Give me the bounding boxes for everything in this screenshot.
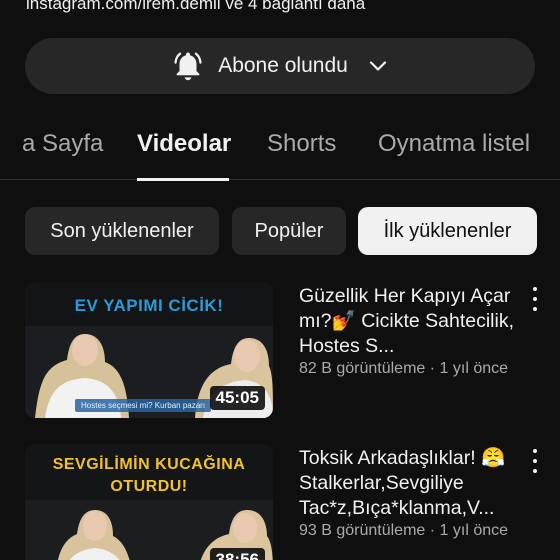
subscribed-label: Abone olundu xyxy=(218,54,348,77)
more-options-icon[interactable] xyxy=(528,287,542,311)
video-duration: 38:56 xyxy=(209,548,265,560)
channel-tabs: a Sayfa Videolar Shorts Oynatma listel xyxy=(0,112,560,181)
video-meta: 93 B görüntüleme · 1 yıl önce xyxy=(299,522,509,539)
subscribed-button[interactable]: Abone olundu xyxy=(25,38,535,94)
thumbnail-title-text: EV YAPIMI CİCİK! xyxy=(74,296,224,315)
thumbnail-title-line1: SEVGİLİMİN KUCAĞINA xyxy=(52,456,246,473)
video-thumbnail[interactable]: EV YAPIMI CİCİK! Hostes seçmesi mi? Kurb… xyxy=(25,282,273,418)
tab-videos[interactable]: Videolar xyxy=(137,130,231,158)
video-meta: 82 B görüntüleme · 1 yıl önce xyxy=(299,360,509,377)
chip-latest[interactable]: Son yüklenenler xyxy=(25,207,219,255)
bell-icon xyxy=(170,48,206,84)
more-options-icon[interactable] xyxy=(528,449,542,473)
thumbnail-title-text: SEVGİLİMİN KUCAĞINA OTURDU! xyxy=(25,454,273,498)
chip-oldest[interactable]: İlk yüklenenler xyxy=(358,207,537,255)
tab-home[interactable]: a Sayfa xyxy=(22,130,103,158)
thumbnail-title-line2: OTURDU! xyxy=(110,478,188,495)
video-thumbnail[interactable]: SEVGİLİMİN KUCAĞINA OTURDU! 38:56 xyxy=(25,444,273,560)
active-tab-indicator xyxy=(137,178,229,181)
channel-links-text[interactable]: instagram.com/irem.demil ve 4 bağlantı d… xyxy=(26,0,365,14)
video-title[interactable]: Toksik Arkadaşlıklar! 😤 Stalkerlar,Sevgi… xyxy=(299,446,521,521)
video-title[interactable]: Güzellik Her Kapıyı Açar mı?💅 Cicikte Sa… xyxy=(299,284,521,359)
tab-shorts[interactable]: Shorts xyxy=(267,130,336,158)
tab-playlists[interactable]: Oynatma listel xyxy=(378,130,530,158)
chevron-down-icon xyxy=(366,54,390,78)
thumbnail-subtitle-strip: Hostes seçmesi mi? Kurban pazarı xyxy=(75,399,212,412)
video-duration: 45:05 xyxy=(209,386,265,410)
channel-videos-screen: instagram.com/irem.demil ve 4 bağlantı d… xyxy=(0,0,560,560)
chip-popular[interactable]: Popüler xyxy=(232,207,346,255)
